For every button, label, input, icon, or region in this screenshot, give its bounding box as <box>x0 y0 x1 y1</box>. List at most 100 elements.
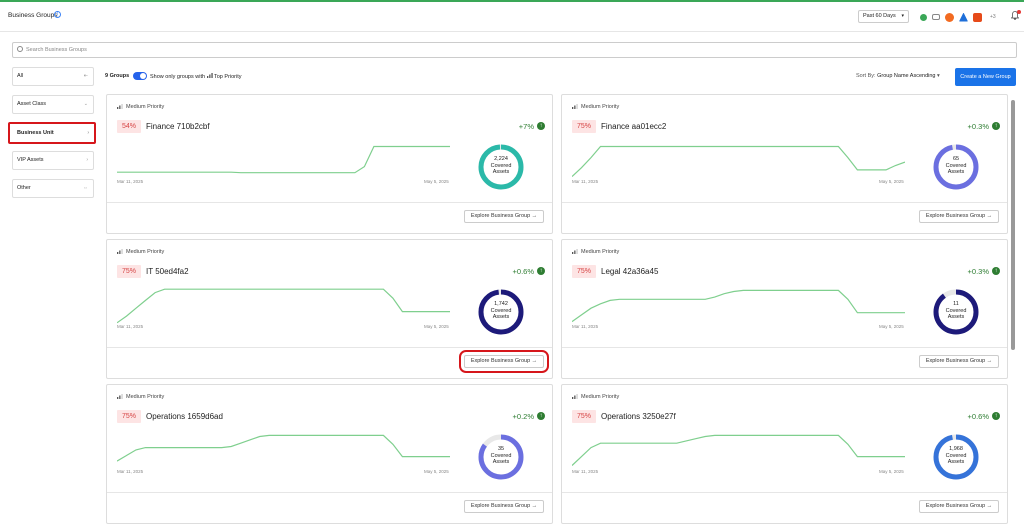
sparkline-path <box>572 434 905 466</box>
create-group-button[interactable]: Create a New Group <box>955 68 1016 86</box>
sidebar-item-label: Other <box>17 185 31 191</box>
explore-button[interactable]: Explore Business Group → <box>919 500 999 513</box>
sparkline-path <box>117 434 450 462</box>
sidebar-item-label: Asset Class <box>17 101 47 107</box>
arrow-right-icon: → <box>531 213 538 219</box>
integration-azure-icon[interactable] <box>959 12 968 22</box>
business-group-card: Medium Priority 75% Operations 1659d6ad … <box>106 384 553 524</box>
chevron-down-icon: ▾ <box>937 73 940 79</box>
explore-label: Explore Business Group <box>925 358 986 364</box>
priority-label: Medium Priority <box>572 394 619 400</box>
priority-label: Medium Priority <box>572 104 619 110</box>
sort-control[interactable]: Sort By: Group Name Ascending ▾ <box>856 73 940 79</box>
date-end: May 5, 2025 <box>879 324 904 329</box>
explore-button[interactable]: Explore Business Group → <box>919 210 999 223</box>
covered-label: Covered Assets <box>945 162 967 176</box>
more-integrations-count[interactable]: +3 <box>990 14 996 20</box>
integration-mail-icon[interactable] <box>932 14 940 20</box>
sidebar-item-vip-assets[interactable]: VIP Assets › <box>12 151 94 170</box>
group-name: Operations 1659d6ad <box>146 412 223 421</box>
scrollbar[interactable] <box>1011 100 1015 350</box>
sidebar-item-all[interactable]: All ⇤ <box>12 67 94 86</box>
integration-orange-icon[interactable] <box>945 12 954 22</box>
covered-label: Covered Assets <box>945 307 967 321</box>
delta-value: +0.2% <box>512 412 534 421</box>
priority-bars-icon <box>117 394 123 400</box>
sparkline-path <box>572 289 905 323</box>
trend-sparkline <box>572 145 905 178</box>
group-count: 9 Groups <box>105 73 130 79</box>
covered-assets: 65 Covered Assets <box>931 156 981 176</box>
delta-value: +0.3% <box>967 122 989 131</box>
priority-bars-icon <box>206 73 213 80</box>
sidebar-item-other[interactable]: Other ⇔ <box>12 179 94 198</box>
sparkline-path <box>572 145 905 178</box>
covered-count: 1,968 <box>949 446 963 452</box>
date-end: May 5, 2025 <box>424 179 449 184</box>
priority-text: Medium Priority <box>126 249 165 255</box>
arrow-up-icon: ↑ <box>537 412 545 420</box>
arrow-right-icon: → <box>986 358 993 364</box>
sidebar-item-asset-class[interactable]: Asset Class ⌄ <box>12 95 94 114</box>
date-end: May 5, 2025 <box>424 324 449 329</box>
info-icon[interactable]: i <box>54 11 61 18</box>
trend-sparkline <box>572 434 905 466</box>
priority-label: Medium Priority <box>117 104 164 110</box>
explore-label: Explore Business Group <box>925 503 986 509</box>
trend-sparkline <box>117 434 450 462</box>
priority-text: Medium Priority <box>581 394 620 400</box>
delta-value: +0.6% <box>512 267 534 276</box>
card-divider <box>107 492 552 493</box>
integration-green-icon[interactable] <box>920 13 927 21</box>
notification-badge <box>1017 10 1021 14</box>
priority-bars-icon <box>117 104 123 110</box>
priority-bars-icon <box>572 249 578 255</box>
covered-count: 2,224 <box>494 156 508 162</box>
period-select[interactable]: Past 60 Days ▾ <box>858 10 909 23</box>
explore-button[interactable]: Explore Business Group → <box>919 355 999 368</box>
explore-label: Explore Business Group <box>925 213 986 219</box>
covered-assets: 2,224 Covered Assets <box>476 156 526 176</box>
integration-icons: +3 <box>920 11 996 23</box>
sidebar-item-business-unit[interactable]: Business Unit › <box>8 122 96 144</box>
sort-value: Group Name Ascending <box>877 73 936 79</box>
delta-value: +0.6% <box>967 412 989 421</box>
covered-assets: 1,742 Covered Assets <box>476 301 526 321</box>
priority-label: Medium Priority <box>117 394 164 400</box>
covered-label: Covered Assets <box>490 452 512 466</box>
covered-assets: 1,968 Covered Assets <box>931 446 981 466</box>
covered-count: 11 <box>953 301 959 307</box>
arrow-right-icon: → <box>986 213 993 219</box>
covered-count: 1,742 <box>494 301 508 307</box>
card-divider <box>562 347 1007 348</box>
trend-sparkline <box>117 288 450 324</box>
arrow-up-icon: ↑ <box>992 412 1000 420</box>
priority-text: Medium Priority <box>126 104 165 110</box>
chevron-right-icon: › <box>86 157 88 163</box>
priority-label: Medium Priority <box>572 249 619 255</box>
arrow-up-icon: ↑ <box>992 122 1000 130</box>
date-end: May 5, 2025 <box>879 179 904 184</box>
toggle-label: Show only groups with Top Priority <box>150 73 242 80</box>
sidebar-item-label: Business Unit <box>17 130 54 136</box>
explore-button[interactable]: Explore Business Group → <box>464 500 544 513</box>
percent-badge: 54% <box>117 120 141 133</box>
group-name: Legal 42a36a45 <box>601 267 659 276</box>
business-group-card: Medium Priority 75% Finance aa01ecc2 +0.… <box>561 94 1008 234</box>
top-priority-toggle[interactable] <box>133 72 147 80</box>
explore-button[interactable]: Explore Business Group → <box>459 350 549 373</box>
integration-office-icon[interactable] <box>973 12 982 22</box>
percent-badge: 75% <box>117 410 141 423</box>
business-group-card: Medium Priority 75% Operations 3250e27f … <box>561 384 1008 524</box>
group-name: Finance aa01ecc2 <box>601 122 667 131</box>
search-input[interactable]: Search Business Groups <box>12 42 1017 58</box>
search-icon <box>17 46 23 52</box>
covered-label: Covered Assets <box>490 162 512 176</box>
collapse-left-icon: ⇤ <box>83 73 88 79</box>
explore-button[interactable]: Explore Business Group → <box>464 210 544 223</box>
group-name: IT 50ed4fa2 <box>146 267 189 276</box>
period-label: Past 60 Days <box>863 13 896 19</box>
collapse-icon: ⇔ <box>83 185 88 191</box>
explore-label: Explore Business Group <box>470 213 531 219</box>
date-end: May 5, 2025 <box>424 469 449 474</box>
